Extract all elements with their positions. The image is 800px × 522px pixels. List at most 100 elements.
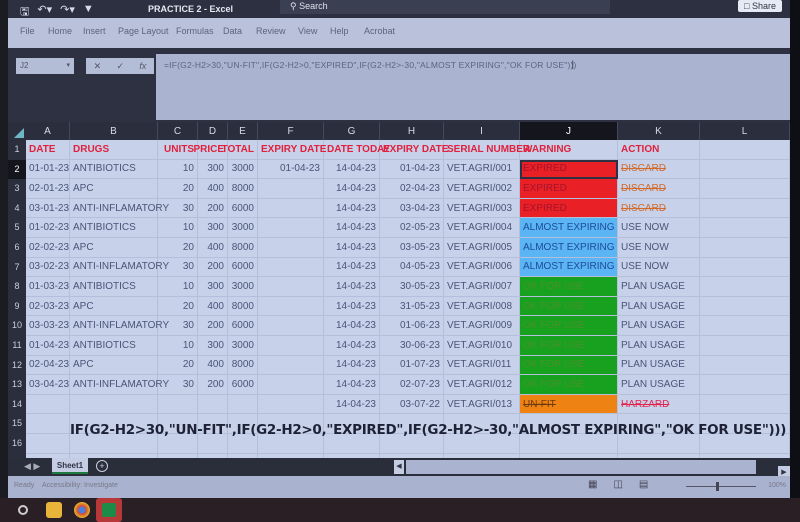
- zoom-level[interactable]: 100%: [768, 482, 786, 489]
- page-layout-view-icon[interactable]: ◫: [613, 479, 622, 490]
- cell[interactable]: [700, 238, 790, 258]
- cell[interactable]: 200: [198, 257, 228, 278]
- cell[interactable]: 14-04-23: [324, 355, 380, 376]
- column-header-g[interactable]: G: [324, 122, 380, 140]
- column-header-c[interactable]: C: [158, 122, 198, 140]
- file-explorer-icon[interactable]: [46, 502, 62, 518]
- enter-icon[interactable]: ✓: [116, 61, 124, 72]
- ribbon-tab-file[interactable]: File: [20, 26, 35, 36]
- search-taskbar-icon[interactable]: [18, 505, 28, 515]
- cell[interactable]: 3000: [228, 218, 258, 238]
- cell[interactable]: ANTI-INFLAMATORY: [70, 316, 169, 336]
- header-cell[interactable]: EXPIRY DATE: [380, 140, 448, 160]
- column-header-h[interactable]: H: [380, 122, 444, 140]
- header-cell[interactable]: WARNING: [520, 140, 618, 160]
- action-cell[interactable]: USE NOW: [618, 218, 700, 238]
- cell[interactable]: [258, 394, 324, 415]
- horizontal-scrollbar[interactable]: [406, 460, 756, 474]
- warning-cell[interactable]: UN-FIT: [520, 394, 618, 415]
- cell[interactable]: 02-01-23: [26, 179, 70, 199]
- cell[interactable]: 20: [158, 296, 198, 317]
- cell[interactable]: [700, 375, 790, 395]
- header-cell[interactable]: TOTAL: [222, 140, 258, 160]
- name-box[interactable]: J2 ▾: [16, 58, 74, 74]
- zoom-slider-thumb[interactable]: [716, 482, 719, 491]
- cell[interactable]: 8000: [228, 355, 258, 376]
- action-cell[interactable]: PLAN USAGE: [618, 316, 700, 336]
- cell[interactable]: 14-04-23: [324, 218, 380, 238]
- cell[interactable]: 300: [198, 336, 228, 356]
- action-cell[interactable]: PLAN USAGE: [618, 336, 700, 356]
- warning-cell[interactable]: ALMOST EXPIRING: [520, 257, 618, 278]
- cell[interactable]: 01-06-23: [380, 316, 444, 336]
- cell[interactable]: 200: [198, 375, 228, 395]
- cell[interactable]: ANTIBIOTICS: [70, 336, 158, 356]
- cell[interactable]: APC: [70, 179, 158, 199]
- cell[interactable]: ANTIBIOTICS: [70, 277, 158, 297]
- cell[interactable]: [26, 434, 70, 454]
- column-header-b[interactable]: B: [70, 122, 158, 140]
- warning-cell[interactable]: ALMOST EXPIRING: [520, 218, 618, 238]
- row-header[interactable]: 4: [8, 198, 26, 219]
- cell[interactable]: 14-04-23: [324, 277, 380, 297]
- cell[interactable]: [258, 375, 324, 395]
- cell[interactable]: 14-04-23: [324, 179, 380, 199]
- cell[interactable]: 04-05-23: [380, 257, 444, 278]
- warning-cell[interactable]: OK FOR USE: [520, 375, 618, 395]
- cell[interactable]: VET.AGRI/012: [444, 375, 520, 395]
- cell[interactable]: [258, 316, 324, 336]
- cell[interactable]: [700, 179, 790, 199]
- cell[interactable]: VET.AGRI/006: [444, 257, 520, 278]
- search-box[interactable]: ⚲ Search: [280, 0, 610, 14]
- cell[interactable]: [258, 238, 324, 258]
- cell[interactable]: [700, 394, 790, 415]
- header-cell[interactable]: SERIAL NUMBER: [444, 140, 530, 160]
- sheet-tab-sheet1[interactable]: Sheet1: [52, 458, 88, 474]
- cell[interactable]: 8000: [228, 238, 258, 258]
- row-header[interactable]: 14: [8, 394, 26, 415]
- action-cell[interactable]: PLAN USAGE: [618, 355, 700, 376]
- cell[interactable]: [258, 218, 324, 238]
- cell[interactable]: VET.AGRI/010: [444, 336, 520, 356]
- cell[interactable]: VET.AGRI/009: [444, 316, 520, 336]
- cell[interactable]: 30: [158, 375, 198, 395]
- row-header[interactable]: 9: [8, 296, 26, 317]
- cell[interactable]: 03-07-22: [380, 394, 444, 415]
- cell[interactable]: 02-05-23: [380, 218, 444, 238]
- cell[interactable]: 31-05-23: [380, 296, 444, 317]
- column-header-d[interactable]: D: [198, 122, 228, 140]
- cell[interactable]: ANTIBIOTICS: [70, 159, 158, 180]
- cell[interactable]: 30: [158, 316, 198, 336]
- add-sheet-icon[interactable]: +: [96, 460, 108, 472]
- cell[interactable]: 14-04-23: [324, 336, 380, 356]
- cell[interactable]: VET.AGRI/007: [444, 277, 520, 297]
- cell[interactable]: 20: [158, 355, 198, 376]
- cell[interactable]: [258, 277, 324, 297]
- excel-taskbar-icon[interactable]: [96, 498, 122, 522]
- cell[interactable]: 8000: [228, 179, 258, 199]
- cell[interactable]: [228, 394, 258, 415]
- column-header-a[interactable]: A: [26, 122, 70, 140]
- cell[interactable]: 03-04-23: [380, 198, 444, 219]
- header-cell[interactable]: DATE: [26, 140, 70, 160]
- cell[interactable]: 30-05-23: [380, 277, 444, 297]
- ribbon-tab-formulas[interactable]: Formulas: [176, 26, 214, 36]
- row-header[interactable]: 10: [8, 316, 26, 336]
- cell[interactable]: ANTI-INFLAMATORY: [70, 257, 169, 278]
- cell[interactable]: 03-05-23: [380, 238, 444, 258]
- cell[interactable]: 30-06-23: [380, 336, 444, 356]
- action-cell[interactable]: DISCARD: [618, 179, 700, 199]
- row-header[interactable]: 5: [8, 218, 26, 238]
- cell[interactable]: VET.AGRI/013: [444, 394, 520, 415]
- cell[interactable]: APC: [70, 296, 158, 317]
- cell[interactable]: 01-04-23: [380, 159, 444, 180]
- ribbon-tab-page-layout[interactable]: Page Layout: [118, 26, 169, 36]
- row-header[interactable]: 13: [8, 375, 26, 395]
- cell[interactable]: 6000: [228, 316, 258, 336]
- warning-cell[interactable]: EXPIRED: [520, 198, 618, 219]
- action-cell[interactable]: USE NOW: [618, 238, 700, 258]
- warning-cell[interactable]: ALMOST EXPIRING: [520, 238, 618, 258]
- cell[interactable]: [26, 414, 70, 434]
- row-header[interactable]: 6: [8, 238, 26, 258]
- header-cell[interactable]: EXPIRY DATE: [258, 140, 326, 160]
